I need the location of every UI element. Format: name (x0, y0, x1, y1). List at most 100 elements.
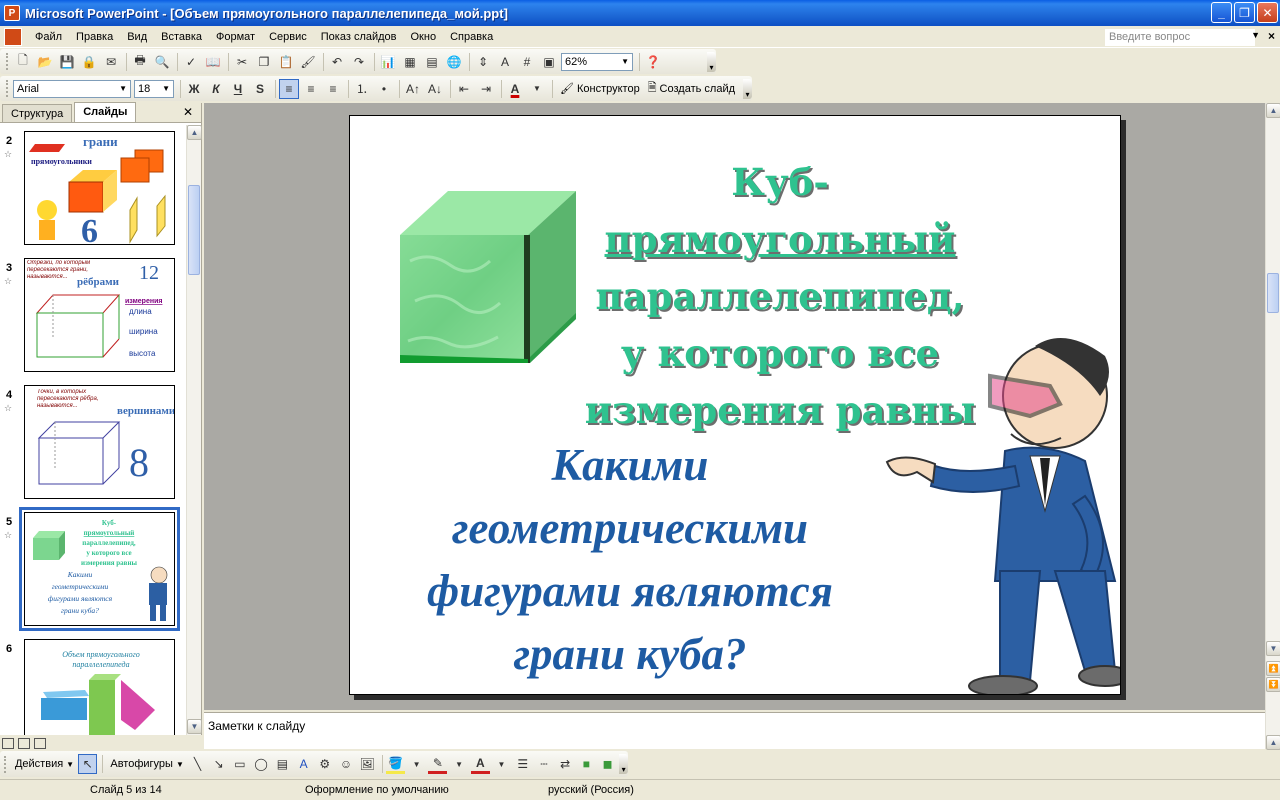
minimize-button[interactable]: _ (1211, 2, 1232, 23)
dash-style-icon[interactable]: ┄ (534, 754, 553, 774)
slide-question[interactable]: Какими геометрическими фигурами являются… (380, 434, 880, 686)
scrollbar-thumb[interactable] (1267, 273, 1279, 313)
autoshapes-menu-button[interactable]: Автофигуры ▼ (110, 758, 184, 770)
normal-view-icon[interactable] (2, 737, 14, 749)
research-icon[interactable]: 📖 (203, 52, 223, 72)
email-icon[interactable]: ✉ (101, 52, 121, 72)
ask-question-input[interactable]: Введите вопрос (1105, 29, 1255, 46)
close-icon[interactable]: ✕ (183, 105, 193, 119)
toolbar-options-icon[interactable]: ▾ (707, 51, 716, 72)
spelling-icon[interactable]: ✓ (181, 52, 201, 72)
align-center-icon[interactable]: ≡ (301, 79, 321, 99)
font-color-icon[interactable]: A (470, 754, 490, 774)
toolbar-grip[interactable] (4, 755, 7, 773)
format-painter-icon[interactable]: 🖌 (298, 52, 318, 72)
previous-slide-icon[interactable]: ⏫ (1266, 661, 1280, 676)
current-slide[interactable]: Куб- прямоугольный параллелепипед, у кот… (349, 115, 1121, 695)
decrease-font-icon[interactable]: A↓ (425, 79, 445, 99)
scroll-down-icon[interactable]: ▼ (1266, 641, 1280, 656)
chevron-down-icon[interactable]: ▼ (1251, 30, 1260, 40)
show-formatting-icon[interactable]: A (495, 52, 515, 72)
new-slide-button[interactable]: 🗎 Создать слайд (648, 79, 735, 98)
font-color-icon[interactable]: A (505, 79, 525, 99)
maximize-button[interactable]: ❐ (1234, 2, 1255, 23)
thumbnails-scrollbar[interactable]: ▲ ▼ (186, 125, 202, 735)
redo-icon[interactable]: ↷ (349, 52, 369, 72)
tab-slides[interactable]: Слайды (74, 102, 137, 122)
toolbar-options-icon[interactable]: ▾ (619, 754, 628, 774)
scroll-up-icon[interactable]: ▲ (1266, 103, 1280, 118)
document-close-icon[interactable]: × (1268, 29, 1275, 43)
menu-file[interactable]: Файл (28, 27, 69, 47)
wordart-icon[interactable]: A (294, 754, 313, 774)
toolbar-options-icon[interactable]: ▾ (743, 78, 752, 99)
clipart-icon[interactable]: ☺ (336, 754, 355, 774)
slide-thumbnail-selected[interactable]: Куб- прямоугольный параллелепипед, у кот… (19, 507, 180, 631)
toolbar-grip[interactable] (6, 80, 9, 97)
tables-borders-icon[interactable]: ▤ (422, 52, 442, 72)
color-grayscale-icon[interactable]: ▣ (539, 52, 559, 72)
menu-insert[interactable]: Вставка (154, 27, 209, 47)
notes-scroll-up-icon[interactable]: ▲ (1266, 735, 1280, 750)
powerpoint-app-icon[interactable]: P (4, 5, 20, 21)
next-slide-icon[interactable]: ⏬ (1266, 677, 1280, 692)
insert-hyperlink-icon[interactable]: 🌐 (444, 52, 464, 72)
diagram-icon[interactable]: ⚙ (315, 754, 334, 774)
shadow-button[interactable]: S (250, 79, 270, 99)
print-preview-icon[interactable]: 🔍 (152, 52, 172, 72)
line-style-icon[interactable]: ☰ (513, 754, 532, 774)
numbering-icon[interactable]: ⒈ (352, 79, 372, 99)
undo-icon[interactable]: ↶ (327, 52, 347, 72)
arrow-style-icon[interactable]: ⇄ (556, 754, 575, 774)
menu-slideshow[interactable]: Показ слайдов (314, 27, 404, 47)
expand-all-icon[interactable]: ⇕ (473, 52, 493, 72)
line-tool-icon[interactable]: ╲ (188, 754, 207, 774)
line-color-icon[interactable]: ✎ (428, 754, 448, 774)
slide-thumbnail[interactable]: Отрезки, по которым пересекаются грани, … (24, 258, 175, 372)
insert-chart-icon[interactable]: 📊 (378, 52, 398, 72)
menu-window[interactable]: Окно (404, 27, 444, 47)
fill-color-icon[interactable]: 🪣 (385, 754, 406, 774)
menu-format[interactable]: Формат (209, 27, 262, 47)
menu-help[interactable]: Справка (443, 27, 500, 47)
shadow-style-icon[interactable]: ■ (577, 754, 596, 774)
align-right-icon[interactable]: ≡ (323, 79, 343, 99)
rectangle-tool-icon[interactable]: ▭ (230, 754, 249, 774)
underline-button[interactable]: Ч (228, 79, 248, 99)
slide-sorter-view-icon[interactable] (18, 737, 30, 749)
3d-style-icon[interactable]: ◼ (598, 754, 617, 774)
font-select[interactable]: Arial ▼ (13, 79, 131, 98)
select-objects-icon[interactable]: ↖ (78, 754, 98, 774)
font-size-select[interactable]: 18 ▼ (134, 79, 174, 98)
align-left-icon[interactable]: ≡ (279, 78, 299, 99)
document-icon[interactable] (4, 27, 22, 46)
slide-thumbnail[interactable]: грани прямоугольники 6 (24, 131, 175, 245)
paste-icon[interactable]: 📋 (276, 52, 296, 72)
open-folder-icon[interactable]: 📂 (35, 52, 55, 72)
textbox-icon[interactable]: ▤ (273, 754, 292, 774)
close-button[interactable]: ✕ (1257, 2, 1278, 23)
picture-icon[interactable]: 🖼 (358, 754, 377, 774)
save-icon[interactable]: 💾 (57, 52, 77, 72)
slide-thumbnail[interactable]: Объем прямоугольного параллелепипеда (24, 639, 175, 735)
increase-indent-icon[interactable]: ⇥ (476, 79, 496, 99)
chevron-down-icon[interactable]: ▼ (449, 754, 468, 774)
designer-button[interactable]: 🖌 Конструктор (560, 82, 640, 96)
bold-button[interactable]: Ж (184, 79, 204, 99)
copy-icon[interactable]: ❐ (254, 52, 274, 72)
toolbar-grip[interactable] (6, 53, 9, 70)
slideshow-view-icon[interactable] (34, 737, 46, 749)
tab-outline[interactable]: Структура (2, 104, 73, 122)
menu-view[interactable]: Вид (120, 27, 154, 47)
cut-icon[interactable]: ✂ (232, 52, 252, 72)
menu-edit[interactable]: Правка (69, 27, 120, 47)
arrow-tool-icon[interactable]: ↘ (209, 754, 228, 774)
italic-button[interactable]: К (206, 79, 226, 99)
new-document-icon[interactable]: 🗋 (13, 52, 33, 72)
decrease-indent-icon[interactable]: ⇤ (454, 79, 474, 99)
oval-tool-icon[interactable]: ◯ (252, 754, 271, 774)
permission-icon[interactable]: 🔒 (79, 52, 99, 72)
scrollbar-thumb[interactable] (188, 185, 200, 275)
show-grid-icon[interactable]: # (517, 52, 537, 72)
increase-font-icon[interactable]: A↑ (403, 79, 423, 99)
